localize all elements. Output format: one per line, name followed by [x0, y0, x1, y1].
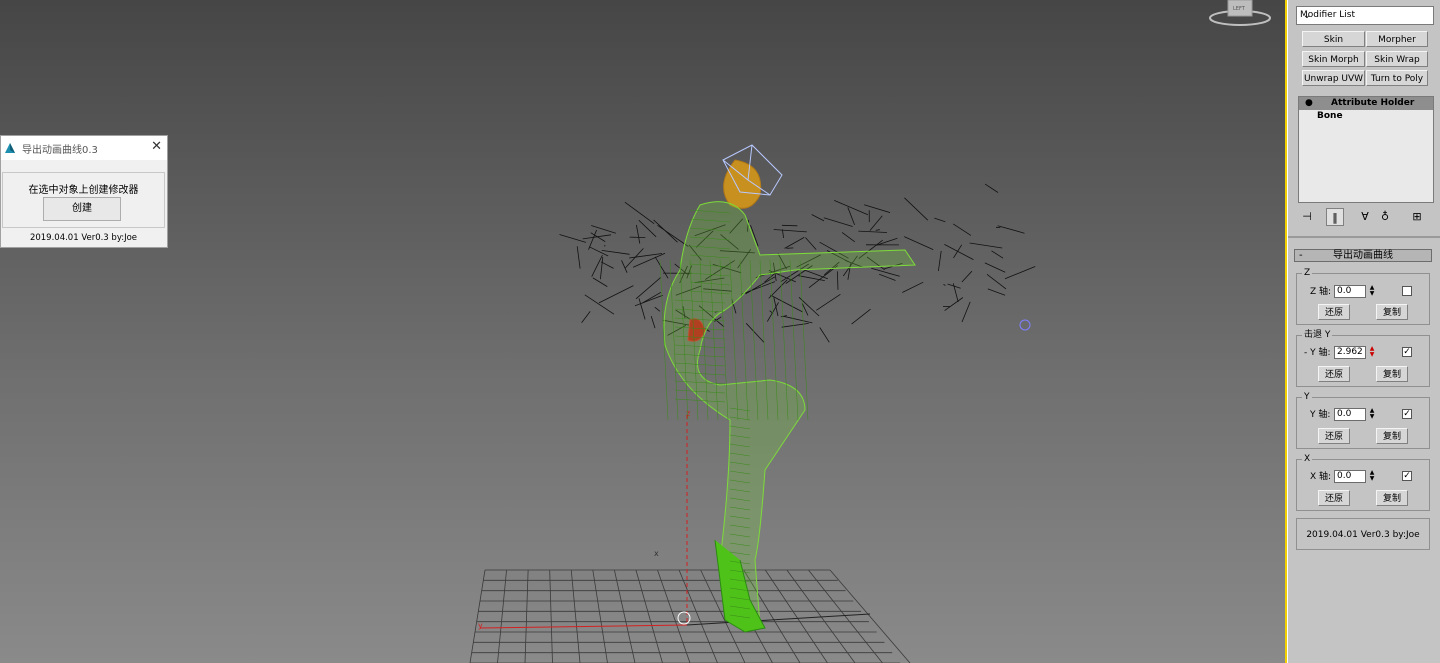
skin-morph-button[interactable]: Skin Morph	[1302, 51, 1365, 67]
y-axis-checkbox[interactable]: ✓	[1402, 409, 1412, 419]
x-copy-button[interactable]: 复制	[1376, 490, 1408, 506]
knockback-y-spinner-arrows[interactable]: ▲ ▼	[1368, 346, 1376, 359]
show-end-result-icon[interactable]: ‖	[1326, 208, 1344, 226]
max-logo-icon	[5, 143, 15, 153]
active-viewport-border	[1285, 0, 1287, 663]
group-y-label: Y	[1302, 391, 1312, 403]
y-axis-input[interactable]: 0.0	[1334, 408, 1366, 421]
x-restore-button[interactable]: 还原	[1318, 490, 1350, 506]
knockback-y-axis-input[interactable]: 2.962	[1334, 346, 1366, 359]
3d-viewport[interactable]: z y x LEFT 导出动画曲线0.3 ✕ 在选中对象上创建修改器 创建 20…	[0, 0, 1286, 663]
lightbulb-icon[interactable]: ●	[1305, 97, 1313, 110]
turn-to-poly-button[interactable]: Turn to Poly	[1366, 70, 1428, 86]
group-knockback-y: 击退 Y	[1296, 329, 1430, 387]
pin-stack-icon[interactable]: ⊣	[1298, 208, 1316, 226]
configure-sets-icon[interactable]: ⊞	[1408, 208, 1426, 226]
morpher-button[interactable]: Morpher	[1366, 31, 1428, 47]
group-x-label: X	[1302, 453, 1313, 465]
viewcube-label: LEFT	[1233, 6, 1246, 12]
z-axis-checkbox[interactable]	[1402, 286, 1412, 296]
knockback-y-copy-button[interactable]: 复制	[1376, 366, 1408, 382]
stack-item-bone[interactable]: Bone	[1299, 110, 1433, 122]
x-axis-spinner-arrows[interactable]: ▲ ▼	[1368, 470, 1376, 483]
dialog-version: 2019.04.01 Ver0.3 by:Joe	[29, 233, 138, 243]
y-restore-button[interactable]: 还原	[1318, 428, 1350, 444]
axis-y-label: y	[478, 621, 483, 630]
stack-toolbar: ⊣ ‖ ∀ ♁ ⊞	[1296, 208, 1436, 226]
y-copy-button[interactable]: 复制	[1376, 428, 1408, 444]
command-panel: Modifier List ⌄ Skin Morpher Skin Morph …	[1288, 0, 1440, 663]
panel-version-footer: 2019.04.01 Ver0.3 by:Joe	[1296, 518, 1430, 550]
x-axis-label: X 轴:	[1310, 472, 1332, 482]
group-y: Y	[1296, 391, 1430, 449]
rollout-export-curve[interactable]: - 导出动画曲线	[1294, 249, 1432, 262]
create-button[interactable]: 创建	[43, 197, 121, 221]
export-curve-dialog: 导出动画曲线0.3 ✕ 在选中对象上创建修改器 创建 2019.04.01 Ve…	[0, 135, 168, 248]
dialog-titlebar[interactable]: 导出动画曲线0.3 ✕	[1, 136, 167, 160]
z-axis-spinner-arrows[interactable]: ▲ ▼	[1368, 285, 1376, 298]
rollout-title-label: 导出动画曲线	[1333, 250, 1393, 261]
z-restore-button[interactable]: 还原	[1318, 304, 1350, 320]
group-z-label: Z	[1302, 267, 1313, 279]
make-unique-icon[interactable]: ∀	[1356, 208, 1374, 226]
modifier-list-dropdown[interactable]: Modifier List ⌄	[1296, 6, 1434, 25]
skin-wrap-button[interactable]: Skin Wrap	[1366, 51, 1428, 67]
x-axis-input[interactable]: 0.0	[1334, 470, 1366, 483]
x-axis-checkbox[interactable]: ✓	[1402, 471, 1412, 481]
scene-canvas: z y x LEFT	[469, 0, 1271, 663]
stack-header-label: Attribute Holder	[1331, 98, 1415, 108]
knockback-y-axis-label: - Y 轴:	[1304, 348, 1331, 358]
rollout-collapse-icon: -	[1299, 250, 1303, 261]
skin-button[interactable]: Skin	[1302, 31, 1365, 47]
knockback-y-restore-button[interactable]: 还原	[1318, 366, 1350, 382]
unwrap-uvw-button[interactable]: Unwrap UVW	[1302, 70, 1365, 86]
group-x: X	[1296, 453, 1430, 511]
z-copy-button[interactable]: 复制	[1376, 304, 1408, 320]
viewcube[interactable]: LEFT	[1209, 0, 1271, 26]
y-axis-spinner-arrows[interactable]: ▲ ▼	[1368, 408, 1376, 421]
remove-modifier-icon[interactable]: ♁	[1376, 208, 1394, 226]
modifier-stack[interactable]: ● Attribute Holder Bone	[1298, 96, 1434, 203]
z-axis-input[interactable]: 0.0	[1334, 285, 1366, 298]
z-axis-label: Z 轴:	[1310, 287, 1332, 297]
chevron-down-icon: ⌄	[1302, 10, 1312, 21]
group-knockback-y-label: 击退 Y	[1302, 329, 1333, 341]
stack-item-attribute-holder[interactable]: ● Attribute Holder	[1299, 97, 1433, 110]
close-icon[interactable]: ✕	[151, 139, 162, 154]
group-z: Z	[1296, 267, 1430, 325]
y-axis-label: Y 轴:	[1310, 410, 1331, 420]
axis-x-label: x	[654, 549, 659, 558]
panel-divider	[1288, 236, 1440, 238]
dialog-title: 导出动画曲线0.3	[22, 145, 98, 156]
world-axes: z y x	[478, 409, 871, 630]
dialog-label: 在选中对象上创建修改器	[28, 185, 139, 196]
axis-z-label: z	[686, 409, 690, 418]
knockback-y-checkbox[interactable]: ✓	[1402, 347, 1412, 357]
